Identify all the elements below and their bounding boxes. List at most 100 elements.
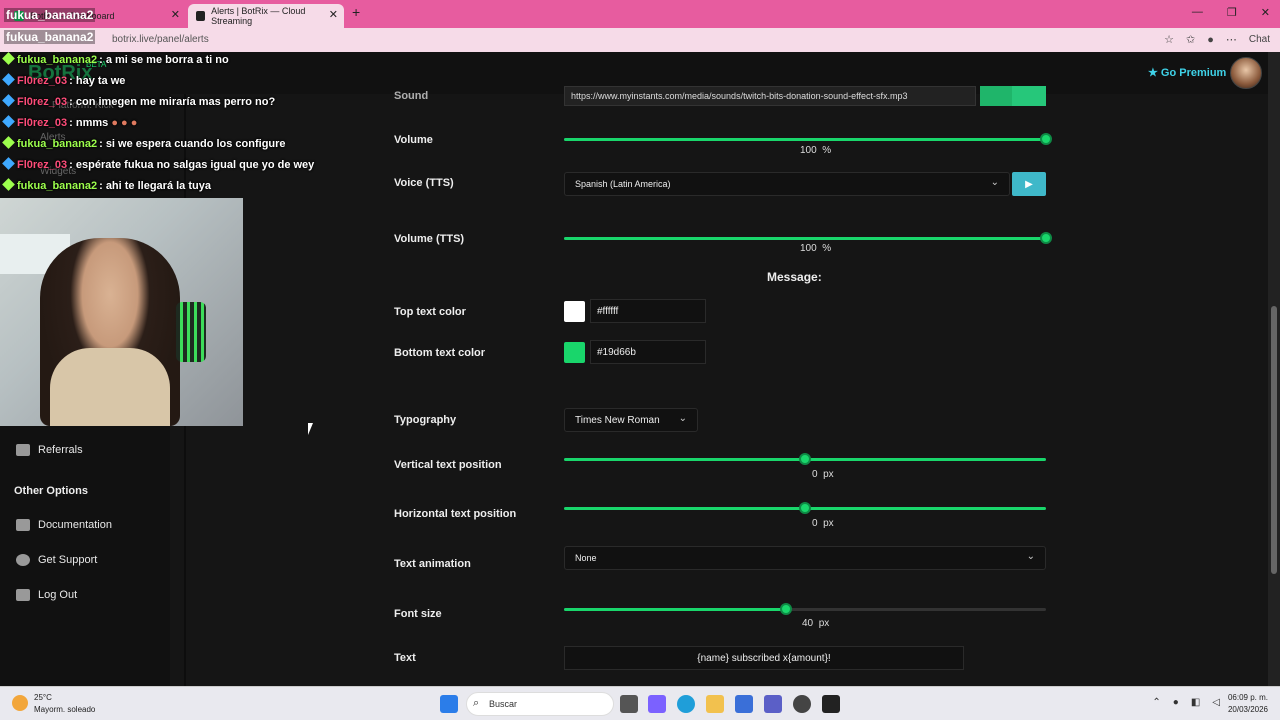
bottom-color-input[interactable]: #19d66b [590, 340, 706, 364]
user-badge-icon [2, 115, 15, 128]
address-bar-icons: ☆ ✩ ● ⋯ Chat [1164, 33, 1270, 47]
chevron-down-icon: ⌄ [1026, 551, 1035, 562]
file-explorer-icon[interactable] [706, 695, 724, 713]
sidebar-item-logout[interactable]: Log Out [16, 589, 77, 601]
chat-message: fukua_banana2: si we espera cuando los c… [2, 136, 286, 150]
network-icon[interactable]: ◧ [1191, 697, 1200, 708]
chevron-up-icon[interactable]: ⌃ [1152, 697, 1160, 708]
typography-select[interactable]: Times New Roman ⌄ [564, 408, 698, 432]
font-size-slider[interactable] [564, 603, 1046, 615]
chevron-down-icon: ⌄ [678, 413, 687, 424]
slider-knob[interactable] [1040, 133, 1052, 145]
taskbar-search[interactable]: ⌕ Buscar [466, 692, 614, 716]
search-label: Buscar [489, 699, 518, 709]
star-icon[interactable]: ☆ [1164, 33, 1174, 46]
voice-label: Voice (TTS) [394, 177, 454, 189]
vertical-position-label: Vertical text position [394, 459, 502, 471]
vertical-position-value: 0 px [812, 469, 834, 480]
tab-alerts[interactable]: Alerts | BotRix — Cloud Streaming ✕ [188, 4, 344, 28]
weather-sun-icon[interactable] [12, 695, 28, 711]
weather-desc: Mayorm. soleado [34, 705, 96, 714]
avatar[interactable] [1230, 57, 1262, 89]
slider-knob[interactable] [779, 603, 792, 615]
page-scrollbar[interactable] [1268, 52, 1280, 686]
sidebar-item-referrals[interactable]: Referrals [16, 444, 83, 456]
top-text-color-label: Top text color [394, 306, 466, 318]
sidebar-item-label: Referrals [38, 444, 83, 456]
chevron-down-icon: ⌄ [990, 177, 999, 188]
teams-icon[interactable] [764, 695, 782, 713]
clock-date[interactable]: 20/03/2026 [1228, 705, 1268, 714]
eye-app-icon[interactable] [822, 695, 840, 713]
play-icon: ▶ [1025, 178, 1033, 190]
go-premium-link[interactable]: ★ Go Premium [1148, 66, 1226, 79]
microphone-tray-icon[interactable]: ● [1173, 697, 1179, 708]
sidebar-item-label: Documentation [38, 519, 112, 531]
windows-start-icon[interactable] [440, 695, 458, 713]
top-color-swatch[interactable] [564, 301, 585, 322]
volume-tts-slider[interactable] [564, 232, 1052, 244]
slider-knob[interactable] [1040, 232, 1052, 244]
slider-knob[interactable] [799, 453, 811, 465]
slider-fill [564, 138, 1046, 141]
scrollbar-thumb[interactable] [1271, 306, 1277, 574]
volume-label: Volume [394, 134, 433, 146]
logout-icon [16, 589, 30, 601]
bottom-color-swatch[interactable] [564, 342, 585, 363]
horizontal-position-value: 0 px [812, 518, 834, 529]
sidebar-item-support[interactable]: Get Support [16, 554, 97, 566]
book-icon [16, 519, 30, 531]
chat-overlay: fukua_banana2: a mi se me borra a ti no … [0, 52, 330, 198]
sound-settings-button[interactable] [1012, 86, 1046, 106]
slider-knob[interactable] [799, 502, 811, 514]
new-tab-icon[interactable]: + [352, 4, 360, 20]
close-window-icon[interactable]: ✕ [1261, 6, 1270, 19]
task-view-icon[interactable] [620, 695, 638, 713]
upload-sound-button[interactable] [980, 86, 1012, 106]
user-badge-icon [2, 52, 15, 65]
vertical-position-slider[interactable] [564, 453, 1046, 465]
play-tts-button[interactable]: ▶ [1012, 172, 1046, 196]
sidebar-item-label: Get Support [38, 554, 98, 566]
emote-icon: ● ● ● [111, 117, 138, 129]
window-controls: — ❐ ✕ [1192, 6, 1270, 19]
edge-icon[interactable] [677, 695, 695, 713]
volume-tts-label: Volume (TTS) [394, 233, 465, 245]
copilot-icon[interactable] [648, 695, 666, 713]
close-tab-icon[interactable]: ✕ [329, 8, 338, 21]
chat-message: fukua_banana2: ahi te llegará la tuya [2, 178, 211, 192]
horizontal-position-slider[interactable] [564, 502, 1046, 514]
voice-select[interactable]: Spanish (Latin America) ⌄ [564, 172, 1010, 196]
taskbar: 25°C Mayorm. soleado ⌕ Buscar ⌃ ● ◧ ◁ 06… [0, 686, 1280, 720]
mail-icon[interactable] [735, 695, 753, 713]
chat-message: Fl0rez_03: con imegen me miraría mas per… [2, 94, 275, 108]
alert-text-input[interactable]: {name} subscribed x{amount}! [564, 646, 964, 670]
minimize-icon[interactable]: — [1192, 6, 1203, 19]
horizontal-position-label: Horizontal text position [394, 508, 517, 520]
go-premium-label: Go Premium [1160, 67, 1227, 79]
top-color-input[interactable]: #ffffff [590, 299, 706, 323]
volume-slider[interactable] [564, 133, 1052, 145]
text-animation-label: Text animation [394, 558, 471, 570]
sidebar-item-documentation[interactable]: Documentation [16, 519, 112, 531]
favorites-icon[interactable]: ✩ [1186, 33, 1195, 46]
help-icon [16, 554, 30, 566]
more-icon[interactable]: ⋯ [1226, 33, 1237, 46]
profile-icon[interactable]: ● [1207, 34, 1214, 46]
volume-icon[interactable]: ◁ [1212, 697, 1220, 708]
obs-icon[interactable] [793, 695, 811, 713]
text-animation-select[interactable]: None ⌄ [564, 546, 1046, 570]
overlay-username: fukua_banana2 [4, 8, 96, 22]
chat-button[interactable]: Chat [1249, 34, 1270, 45]
font-size-label: Font size [394, 608, 442, 620]
clock-time[interactable]: 06:09 p. m. [1228, 693, 1268, 702]
sound-url-input[interactable]: https://www.myinstants.com/media/sounds/… [564, 86, 976, 106]
url-field[interactable]: botrix.live/panel/alerts [112, 34, 209, 45]
chat-message: fukua_banana2: a mi se me borra a ti no [2, 52, 229, 66]
close-tab-icon[interactable]: ✕ [171, 8, 180, 21]
text-animation-value: None [575, 553, 597, 563]
search-icon: ⌕ [473, 697, 480, 709]
volume-value: 100 % [800, 145, 832, 156]
restore-icon[interactable]: ❐ [1227, 6, 1237, 19]
user-badge-icon [2, 178, 15, 191]
